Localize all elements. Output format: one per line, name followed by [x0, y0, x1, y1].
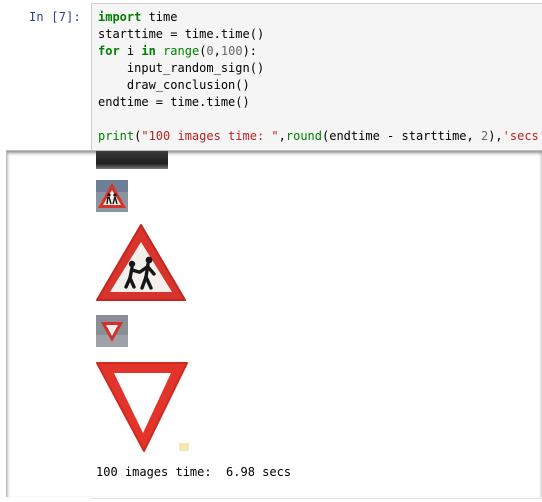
code-line: import time	[98, 9, 542, 26]
code-token: 100	[220, 44, 243, 58]
code-line: endtime = time.time()	[98, 94, 542, 111]
code-token: round	[285, 129, 322, 143]
code-line: draw_conclusion()	[98, 77, 542, 94]
output-area	[0, 150, 542, 498]
code-line: for i in range(0,100):	[98, 43, 542, 60]
code-line: starttime = time.time()	[98, 26, 542, 43]
code-text[interactable]: import time starttime = time.time() for i …	[98, 9, 542, 145]
code-token: 0	[206, 44, 214, 58]
code-line: print("100 images time: ",round(endtime …	[98, 128, 542, 145]
next-cell-border	[91, 498, 542, 499]
code-token: for	[98, 44, 120, 58]
timing-output-text: 100 images time: 6.98 secs	[96, 465, 292, 479]
code-line: input_random_sign()	[98, 60, 542, 77]
code-cell-editor[interactable]: import time starttime = time.time() for i …	[91, 3, 542, 151]
code-token: ),	[488, 129, 503, 143]
code-token: ):	[242, 44, 258, 58]
code-token: 'secs'	[502, 129, 542, 143]
code-token: starttime,	[394, 129, 481, 143]
code-token: draw_conclusion()	[98, 78, 250, 92]
code-token: i	[119, 44, 142, 58]
children-crossing-large-icon	[95, 222, 187, 304]
code-token: (endtime	[322, 129, 388, 143]
yield-small-icon	[96, 315, 128, 347]
code-token: in	[141, 44, 156, 58]
code-token: ,	[278, 129, 286, 143]
cell-prompt: In [7]:	[29, 10, 81, 24]
code-token: ,	[213, 44, 221, 58]
cropped-image-top	[96, 151, 168, 169]
children-crossing-sign-large	[95, 222, 187, 304]
code-token: endtime = time.time()	[98, 95, 250, 109]
code-token: import	[98, 10, 142, 24]
children-crossing-small-icon	[96, 180, 128, 212]
output-scroll-area[interactable]	[6, 150, 542, 497]
code-token: starttime = time.time()	[98, 27, 265, 41]
code-token: input_random_sign()	[98, 61, 265, 75]
code-token: print	[98, 129, 135, 143]
code-token: time	[141, 10, 178, 24]
children-crossing-sign-small	[96, 180, 128, 212]
code-token: "100 images time: "	[141, 129, 279, 143]
yield-sign-small	[96, 315, 128, 347]
yield-large-icon	[95, 359, 191, 453]
yield-sign-large	[95, 359, 191, 453]
code-token: range	[163, 44, 200, 58]
